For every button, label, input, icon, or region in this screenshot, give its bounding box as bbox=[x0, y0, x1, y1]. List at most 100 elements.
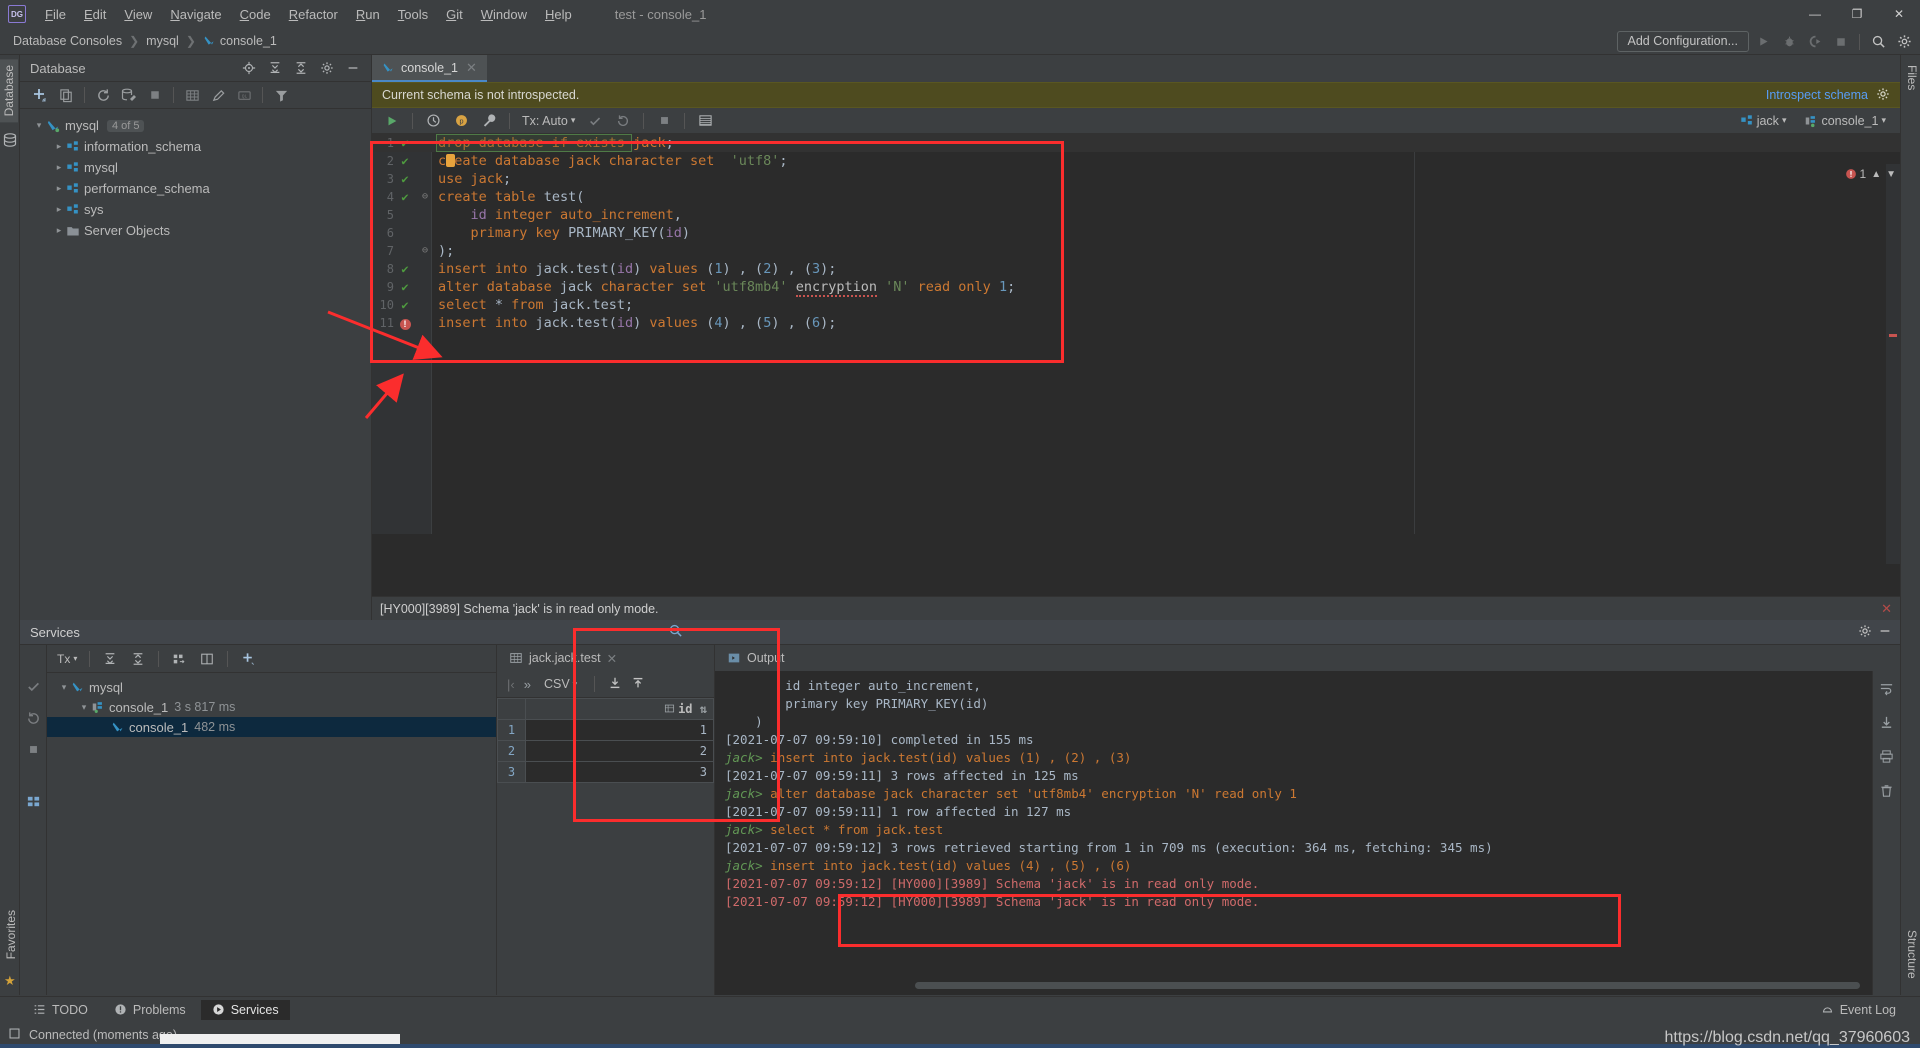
chevron-down-icon[interactable]: ▾ bbox=[77, 702, 91, 713]
close-icon[interactable]: ✕ bbox=[466, 60, 477, 76]
services-tree-item[interactable]: console_1 482 ms bbox=[47, 717, 496, 737]
stop-icon[interactable] bbox=[28, 743, 39, 758]
hide-panel-icon[interactable] bbox=[1878, 624, 1892, 641]
menu-item-view[interactable]: View bbox=[115, 4, 161, 25]
code-line[interactable]: 11! insert into jack.test(id) values (4) … bbox=[372, 314, 1900, 332]
sidebar-tab-favorites[interactable]: Favorites bbox=[2, 904, 20, 965]
menu-item-navigate[interactable]: Navigate bbox=[161, 4, 230, 25]
parameters-icon[interactable]: p bbox=[449, 110, 473, 132]
bottom-tab-services[interactable]: Services bbox=[200, 999, 290, 1020]
menu-item-code[interactable]: Code bbox=[231, 4, 280, 25]
edit-icon[interactable] bbox=[206, 84, 230, 106]
breadcrumb-item-database-consoles[interactable]: Database Consoles bbox=[10, 33, 125, 49]
console-selector[interactable]: console_1 ▾ bbox=[1800, 114, 1890, 128]
close-icon[interactable]: ✕ bbox=[1878, 0, 1920, 28]
db-tree-item-information-schema[interactable]: ▸ information_schema bbox=[20, 136, 371, 157]
code-line[interactable]: 4 ✔ ⊖ create table test( bbox=[372, 188, 1900, 206]
group-icon[interactable] bbox=[167, 648, 191, 670]
code-lines[interactable]: 1 ✔ drop database if exists jack; 2 ✔ create … bbox=[372, 134, 1900, 332]
filter-icon[interactable] bbox=[269, 84, 293, 106]
table-row[interactable]: 33 bbox=[497, 761, 714, 783]
debug-icon[interactable] bbox=[1777, 31, 1801, 53]
cell-id[interactable]: 1 bbox=[525, 719, 714, 741]
stop-icon[interactable] bbox=[1829, 31, 1853, 53]
code-line[interactable]: 3 ✔ use jack; bbox=[372, 170, 1900, 188]
fold-open-icon[interactable]: ⊖ bbox=[420, 188, 430, 206]
database-icon[interactable] bbox=[2, 132, 18, 148]
sidebar-tab-structure[interactable]: Structure bbox=[1903, 924, 1920, 985]
stop-icon[interactable] bbox=[143, 84, 167, 106]
bottom-tab-todo[interactable]: TODO bbox=[22, 1000, 99, 1020]
next-problem-icon[interactable]: ▼ bbox=[1886, 169, 1896, 180]
code-line[interactable]: 7 ⊖); bbox=[372, 242, 1900, 260]
menu-item-help[interactable]: Help bbox=[536, 4, 581, 25]
notification-settings-icon[interactable] bbox=[1876, 87, 1890, 104]
add-configuration-button[interactable]: Add Configuration... bbox=[1616, 31, 1749, 52]
close-icon[interactable]: ✕ bbox=[607, 651, 617, 666]
maximize-icon[interactable]: ❐ bbox=[1836, 0, 1878, 28]
query-console-icon[interactable]: QL bbox=[232, 84, 256, 106]
table-icon[interactable] bbox=[180, 84, 204, 106]
wrap-icon[interactable] bbox=[1879, 681, 1894, 699]
introspect-schema-link[interactable]: Introspect schema bbox=[1766, 88, 1868, 102]
chevron-right-icon[interactable]: ▸ bbox=[52, 183, 66, 194]
copy-icon[interactable] bbox=[54, 84, 78, 106]
search-everywhere-icon[interactable] bbox=[1866, 31, 1890, 53]
output-icon[interactable] bbox=[693, 110, 717, 132]
next-page-button[interactable]: » bbox=[524, 677, 531, 692]
chevron-down-icon[interactable]: ▾ bbox=[32, 120, 46, 131]
tx-icon[interactable]: Tx ▾ bbox=[53, 652, 81, 666]
breadcrumb-item-mysql[interactable]: mysql bbox=[143, 33, 182, 49]
menu-item-file[interactable]: File bbox=[36, 4, 75, 25]
menu-item-edit[interactable]: Edit bbox=[75, 4, 115, 25]
menu-item-tools[interactable]: Tools bbox=[389, 4, 437, 25]
history-icon[interactable] bbox=[421, 110, 445, 132]
output-horizontal-scrollbar[interactable] bbox=[915, 982, 1860, 989]
services-tree-item[interactable]: ▾ console_1 3 s 817 ms bbox=[47, 697, 496, 717]
close-icon[interactable]: ✕ bbox=[1881, 601, 1900, 617]
code-editor[interactable]: 1 ✔ drop database if exists jack; 2 ✔ create … bbox=[372, 134, 1900, 534]
db-tree-item-mysql[interactable]: ▾ mysql 4 of 5 bbox=[20, 115, 371, 136]
sidebar-tab-files[interactable]: Files bbox=[1903, 59, 1920, 96]
schema-selector[interactable]: jack ▾ bbox=[1736, 114, 1791, 128]
commit-icon[interactable] bbox=[26, 679, 41, 697]
fold-close-icon[interactable]: ⊖ bbox=[420, 242, 430, 260]
commit-icon[interactable] bbox=[583, 110, 607, 132]
event-log-button[interactable]: Event Log bbox=[1821, 1003, 1920, 1017]
result-table[interactable]: id ⇅ 1 1 2 2 3 3 bbox=[497, 698, 714, 783]
hide-panel-icon[interactable] bbox=[341, 57, 365, 79]
first-page-button[interactable]: |‹ bbox=[507, 677, 515, 692]
cell-id[interactable]: 2 bbox=[525, 740, 714, 762]
gear-icon[interactable] bbox=[315, 57, 339, 79]
run-with-coverage-icon[interactable] bbox=[1803, 31, 1827, 53]
output-text[interactable]: id integer auto_increment, primary key P… bbox=[715, 671, 1872, 973]
code-line[interactable]: 2 ✔ create database jack character set 'ut… bbox=[372, 152, 1900, 170]
refresh-icon[interactable] bbox=[91, 84, 115, 106]
layout-icon[interactable] bbox=[195, 648, 219, 670]
chevron-right-icon[interactable]: ▸ bbox=[52, 141, 66, 152]
menu-item-git[interactable]: Git bbox=[437, 4, 472, 25]
wrench-icon[interactable] bbox=[477, 110, 501, 132]
print-icon[interactable] bbox=[1879, 749, 1894, 767]
download-icon[interactable] bbox=[608, 676, 622, 693]
collapse-all-icon[interactable] bbox=[126, 648, 150, 670]
add-icon[interactable] bbox=[28, 84, 52, 106]
menu-item-refactor[interactable]: Refactor bbox=[280, 4, 347, 25]
cell-id[interactable]: 3 bbox=[525, 761, 714, 783]
grid-icon[interactable] bbox=[26, 794, 41, 812]
add-icon[interactable] bbox=[236, 648, 260, 670]
scroll-end-icon[interactable] bbox=[1879, 715, 1894, 733]
sidebar-tab-database[interactable]: Database bbox=[0, 59, 18, 123]
table-row[interactable]: 22 bbox=[497, 740, 714, 762]
minimize-icon[interactable]: — bbox=[1794, 0, 1836, 28]
upload-icon[interactable] bbox=[631, 676, 645, 693]
menu-item-window[interactable]: Window bbox=[472, 4, 536, 25]
rollback-icon[interactable] bbox=[611, 110, 635, 132]
tx-mode-dropdown[interactable]: Tx: Auto ▾ bbox=[518, 114, 579, 128]
locate-icon[interactable] bbox=[237, 57, 261, 79]
format-dropdown[interactable]: CSV ▾ bbox=[540, 677, 581, 691]
code-line[interactable]: 9 ✔ alter database jack character set 'utf… bbox=[372, 278, 1900, 297]
chevron-down-icon[interactable]: ▾ bbox=[57, 682, 71, 693]
chevron-right-icon[interactable]: ▸ bbox=[52, 225, 66, 236]
inspection-widget[interactable]: 1 ▲ ▼ bbox=[1845, 167, 1896, 181]
